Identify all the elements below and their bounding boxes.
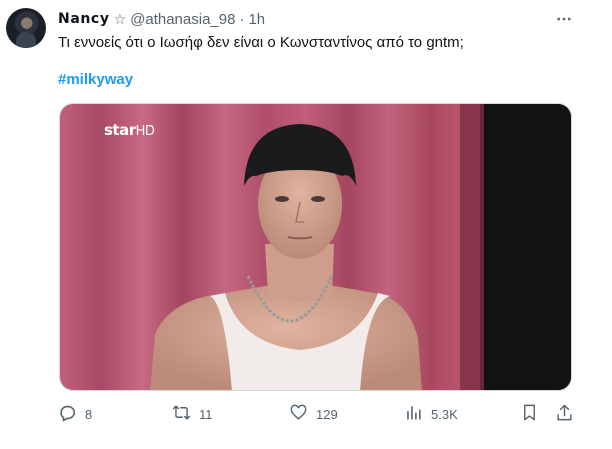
views-icon (404, 403, 423, 425)
hashtag-link[interactable]: #milkyway (58, 71, 133, 88)
views-count: 5.3K (431, 406, 458, 422)
avatar[interactable] (6, 8, 46, 48)
bookmark-button[interactable] (520, 402, 539, 426)
heart-icon (289, 403, 308, 425)
tweet-header: Nancy ☆ @athanasia_98 · 1h (58, 10, 265, 28)
like-button[interactable]: 129 (289, 402, 338, 426)
share-button[interactable] (555, 402, 574, 426)
action-bar: 8 11 129 5.3K (58, 402, 578, 426)
author-handle[interactable]: @athanasia_98 (130, 11, 235, 28)
tweet-media-image[interactable]: starHD (59, 103, 572, 391)
retweet-icon (172, 403, 191, 425)
more-horizontal-icon[interactable] (551, 9, 577, 29)
retweet-button[interactable]: 11 (172, 402, 213, 426)
tweet-text: Τι εννοείς ότι ο Ιωσήφ δεν είναι ο Κωνστ… (58, 34, 464, 51)
reply-icon (58, 403, 77, 425)
separator-dot: · (239, 10, 245, 28)
star-badge-icon: ☆ (113, 10, 127, 27)
author-name[interactable]: Nancy (58, 11, 110, 27)
timestamp[interactable]: 1h (248, 11, 265, 28)
tweet[interactable]: Nancy ☆ @athanasia_98 · 1h Τι εννοείς ότ… (0, 0, 612, 449)
reply-button[interactable]: 8 (58, 402, 92, 426)
share-icon (555, 403, 574, 425)
retweet-count: 11 (199, 406, 213, 422)
channel-watermark: starHD (104, 121, 155, 139)
media-scene (60, 104, 571, 390)
bookmark-icon (520, 403, 539, 425)
reply-count: 8 (85, 406, 93, 422)
like-count: 129 (316, 406, 338, 422)
views-button[interactable]: 5.3K (404, 402, 458, 426)
